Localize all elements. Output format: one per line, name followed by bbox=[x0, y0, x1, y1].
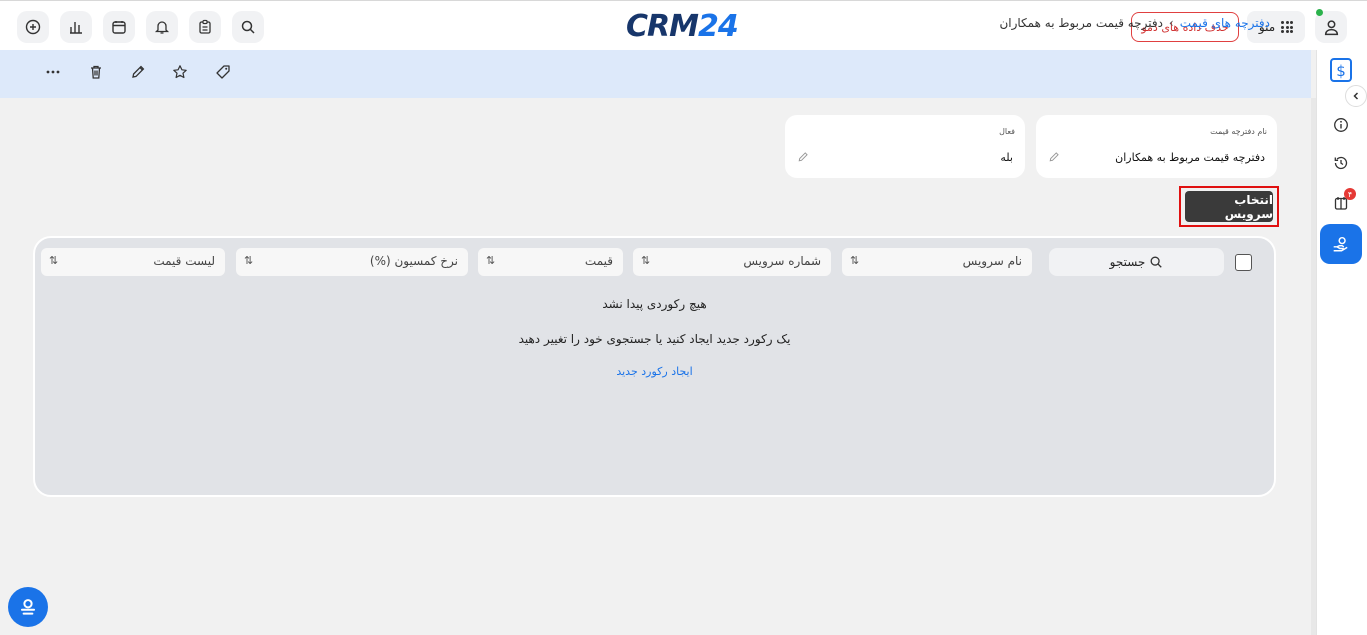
column-header-service-name[interactable]: نام سرویس ⇅ bbox=[842, 248, 1032, 276]
collapse-sidebar-button[interactable] bbox=[1345, 85, 1367, 107]
breadcrumb: دفترچه های قیمت › دفترچه قیمت مربوط به ه… bbox=[999, 16, 1270, 30]
empty-state-description: یک رکورد جدید ایجاد کنید یا جستجوی خود ر… bbox=[518, 332, 791, 346]
field-label: نام دفترچه قیمت bbox=[1210, 127, 1267, 136]
calendar-button[interactable] bbox=[103, 11, 135, 43]
column-header-price[interactable]: قیمت ⇅ bbox=[478, 248, 623, 276]
price-book-module-button[interactable]: $ bbox=[1329, 57, 1353, 83]
more-button[interactable] bbox=[43, 62, 63, 82]
breadcrumb-parent-link[interactable]: دفترچه های قیمت bbox=[1180, 16, 1270, 30]
add-button[interactable] bbox=[17, 11, 49, 43]
active-field: فعال بله bbox=[785, 115, 1025, 178]
select-all-checkbox[interactable] bbox=[1235, 254, 1252, 271]
empty-state-title: هیچ رکوردی پیدا نشد bbox=[602, 297, 707, 311]
delete-button[interactable] bbox=[86, 62, 106, 82]
logo: CRM24 bbox=[626, 9, 739, 44]
edit-field-icon[interactable] bbox=[1048, 151, 1060, 163]
page-scrollbar[interactable] bbox=[1311, 98, 1316, 635]
trash-icon bbox=[91, 65, 101, 79]
plus-circle-icon bbox=[25, 19, 41, 35]
notes-count-badge: ۴ bbox=[1344, 188, 1356, 200]
search-icon bbox=[241, 20, 255, 34]
bell-icon bbox=[154, 21, 170, 34]
table-search-label: جستجو bbox=[1109, 255, 1146, 269]
svg-text:$: $ bbox=[1336, 62, 1346, 80]
info-icon bbox=[1334, 118, 1348, 132]
breadcrumb-bar bbox=[0, 50, 1311, 98]
info-button[interactable] bbox=[1331, 115, 1351, 135]
chart-icon bbox=[70, 22, 82, 34]
sort-icon: ⇅ bbox=[486, 254, 496, 267]
edit-field-icon[interactable] bbox=[797, 151, 809, 163]
table-search-button[interactable]: جستجو bbox=[1049, 248, 1224, 276]
dollar-icon: $ bbox=[1330, 58, 1352, 82]
column-header-price-list[interactable]: لیست قیمت ⇅ bbox=[41, 248, 225, 276]
user-icon bbox=[1324, 19, 1338, 35]
edit-button[interactable] bbox=[128, 62, 148, 82]
field-value: بله bbox=[1000, 151, 1013, 164]
pencil-icon bbox=[132, 65, 145, 78]
breadcrumb-current: دفترچه قیمت مربوط به همکاران bbox=[999, 16, 1163, 30]
select-service-button[interactable]: انتخاب سرویس bbox=[1185, 191, 1273, 222]
price-book-name-field: نام دفترچه قیمت دفترچه قیمت مربوط به همک… bbox=[1036, 115, 1277, 178]
select-service-highlight: انتخاب سرویس bbox=[1179, 186, 1279, 227]
sort-icon: ⇅ bbox=[641, 254, 651, 267]
tag-button[interactable] bbox=[213, 62, 233, 82]
sort-icon: ⇅ bbox=[49, 254, 59, 267]
hand-coin-icon bbox=[1333, 236, 1348, 252]
reports-button[interactable] bbox=[60, 11, 92, 43]
clipboard-icon bbox=[199, 19, 211, 34]
tasks-button[interactable] bbox=[189, 11, 221, 43]
support-chat-button[interactable] bbox=[8, 587, 48, 627]
services-button[interactable] bbox=[1320, 224, 1362, 264]
calendar-icon bbox=[112, 21, 126, 34]
support-icon bbox=[20, 599, 36, 615]
sort-icon: ⇅ bbox=[244, 254, 254, 267]
breadcrumb-separator: › bbox=[1168, 16, 1174, 30]
star-icon bbox=[173, 65, 187, 79]
chevron-left-icon bbox=[1353, 92, 1359, 100]
online-status-dot bbox=[1316, 9, 1323, 16]
create-record-link: ایجاد رکورد جدید bbox=[616, 365, 693, 378]
right-sidebar bbox=[1316, 50, 1367, 635]
grid-icon bbox=[1281, 21, 1294, 33]
field-value: دفترچه قیمت مربوط به همکاران bbox=[1115, 151, 1265, 164]
column-header-commission-rate[interactable]: نرخ کمسیون (%) ⇅ bbox=[236, 248, 468, 276]
history-icon bbox=[1334, 156, 1348, 170]
column-header-service-number[interactable]: شماره سرویس ⇅ bbox=[633, 248, 831, 276]
sort-icon: ⇅ bbox=[850, 254, 860, 267]
history-button[interactable] bbox=[1331, 153, 1351, 173]
services-table: لیست قیمت ⇅ نرخ کمسیون (%) ⇅ قیمت ⇅ شمار… bbox=[33, 236, 1276, 497]
notifications-button[interactable] bbox=[146, 11, 178, 43]
search-icon bbox=[1150, 256, 1163, 268]
field-label: فعال bbox=[999, 127, 1015, 136]
global-search-button[interactable] bbox=[232, 11, 264, 43]
favorite-button[interactable] bbox=[170, 62, 190, 82]
tag-icon bbox=[216, 65, 230, 79]
more-icon bbox=[46, 70, 60, 74]
